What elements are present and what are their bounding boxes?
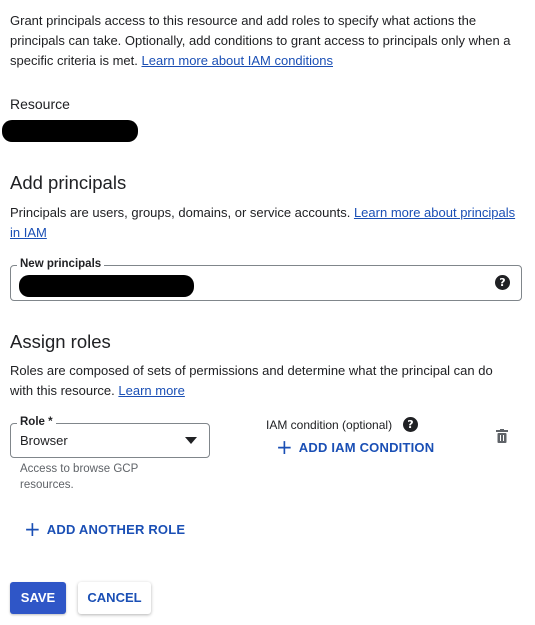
save-button[interactable]: SAVE [10,582,66,614]
assign-roles-heading: Assign roles [10,331,111,352]
add-another-role-button[interactable]: + ADD ANOTHER ROLE [24,517,185,541]
help-icon[interactable]: ? [403,417,418,432]
role-selected-value: Browser [20,433,68,448]
roles-description: Roles are composed of sets of permission… [10,363,493,398]
role-hint: Access to browse GCP resources. [20,463,139,491]
redacted-resource-name [2,120,138,142]
grant-access-panel: Grant principals access to this resource… [0,0,535,625]
caret-down-icon [185,437,197,444]
iam-condition-label: IAM condition (optional) [266,418,393,432]
intro-paragraph: Grant principals access to this resource… [10,11,525,71]
principals-description: Principals are users, groups, domains, o… [10,205,516,240]
plus-icon: + [24,517,41,541]
add-principals-heading: Add principals [10,172,127,193]
redacted-principal-value [19,275,194,297]
add-iam-condition-button[interactable]: + ADD IAM CONDITION [276,435,434,459]
plus-icon: + [276,435,293,459]
resource-label: Resource [10,96,70,112]
help-icon[interactable]: ? [495,275,510,290]
role-label: Role * [17,415,56,429]
cancel-button[interactable]: CANCEL [78,582,151,614]
roles-learn-more-link[interactable]: Learn more [118,383,184,398]
trash-icon[interactable] [496,429,508,443]
iam-conditions-link[interactable]: Learn more about IAM conditions [142,53,334,68]
new-principals-label: New principals [17,257,105,271]
